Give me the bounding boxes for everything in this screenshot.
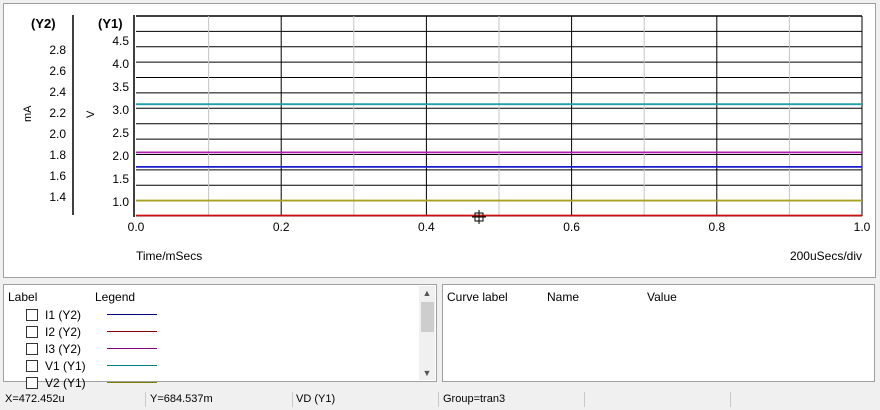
legend-row[interactable]: I3 (Y2) [26,340,157,357]
status-x-coordinate: X=472.452u [5,393,65,405]
y2-tick-label: 1.8 [49,148,66,162]
y2-tick-label: 2.4 [49,85,66,99]
status-group: Group=tran3 [443,393,506,405]
scroll-thumb[interactable] [421,302,434,332]
legend-row[interactable]: I2 (Y2) [26,323,157,340]
x-tick-label: 0.2 [273,220,290,234]
curve-header-name: Name [547,290,580,304]
y1-tick-label: 3.0 [112,103,129,117]
legend-header-legend: Legend [95,290,136,304]
y1-tick-label: 3.5 [112,80,129,94]
y1-axis-title: (Y1) [98,16,123,31]
scroll-up-icon[interactable]: ▲ [419,286,435,300]
y1-tick-label: 2.5 [112,126,129,140]
y1-tick-label: 4.0 [112,57,129,71]
legend-row[interactable]: V1 (Y1) [26,357,157,374]
status-y-coordinate: Y=684.537m [150,393,213,405]
curve-header-value: Value [647,290,677,304]
y2-tick-label: 1.6 [49,169,66,183]
legend-row-label: V1 (Y1) [45,358,86,373]
y1-unit-label: V [85,110,97,118]
status-curve: VD (Y1) [296,393,336,405]
curve-header-curve-label: Curve label [447,290,508,304]
x-tick-label: 0.0 [128,220,145,234]
legend-swatch [107,382,157,383]
graph-panel[interactable]: 0.0 0.2 0.4 0.6 0.8 1.0 1.0 1.5 2.0 2.5 3.0 3.5 4.0 4… [3,3,876,278]
x-tick-label: 0.8 [708,220,725,234]
y1-tick-label: 4.5 [112,34,129,48]
x-tick-label: 1.0 [854,220,871,234]
legend-checkbox[interactable] [26,342,38,355]
x-axis-label: Time/mSecs [136,249,202,263]
legend-scrollbar[interactable]: ▲ ▼ [419,286,435,380]
legend-checkbox[interactable] [26,325,38,338]
legend-row-label: V2 (Y1) [45,375,86,390]
legend-panel[interactable]: Label Legend I1 (Y2) I2 (Y2) I3 (Y2) V1 (Y1… [3,284,437,390]
legend-row-label: I1 (Y2) [45,307,82,322]
y2-tick-label: 1.4 [49,190,66,204]
scroll-down-icon[interactable]: ▼ [419,366,435,380]
legend-row[interactable]: V2 (Y1) [26,374,157,391]
y2-tick-label: 2.0 [49,127,66,141]
legend-checkbox[interactable] [26,376,38,389]
legend-swatch [107,348,157,349]
x-scale-label: 200uSecs/div [790,249,862,263]
legend-checkbox[interactable] [26,359,38,372]
y1-tick-label: 1.0 [112,195,129,209]
x-tick-label: 0.6 [563,220,580,234]
legend-checkbox[interactable] [26,308,38,321]
legend-swatch [107,314,157,315]
y2-unit-label: mA [22,105,34,122]
curve-info-panel: Curve label Name Value [442,284,875,382]
y1-tick-label: 2.0 [112,149,129,163]
legend-row[interactable]: I1 (Y2) [26,306,157,323]
status-bar: X=472.452u Y=684.537m VD (Y1) Group=tran… [0,390,880,410]
waveform-plot[interactable]: 0.0 0.2 0.4 0.6 0.8 1.0 1.0 1.5 2.0 2.5 3.0 3.5 4.0 4… [4,4,875,277]
legend-swatch [107,331,157,332]
y2-tick-label: 2.6 [49,64,66,78]
y1-tick-label: 1.5 [112,172,129,186]
legend-row-label: I3 (Y2) [45,341,82,356]
legend-row-label: I2 (Y2) [45,324,82,339]
legend-swatch [107,365,157,366]
y2-axis-title: (Y2) [31,16,56,31]
legend-header-label: Label [8,290,38,304]
y2-tick-label: 2.2 [49,106,66,120]
x-tick-label: 0.4 [418,220,435,234]
y2-tick-label: 2.8 [49,43,66,57]
